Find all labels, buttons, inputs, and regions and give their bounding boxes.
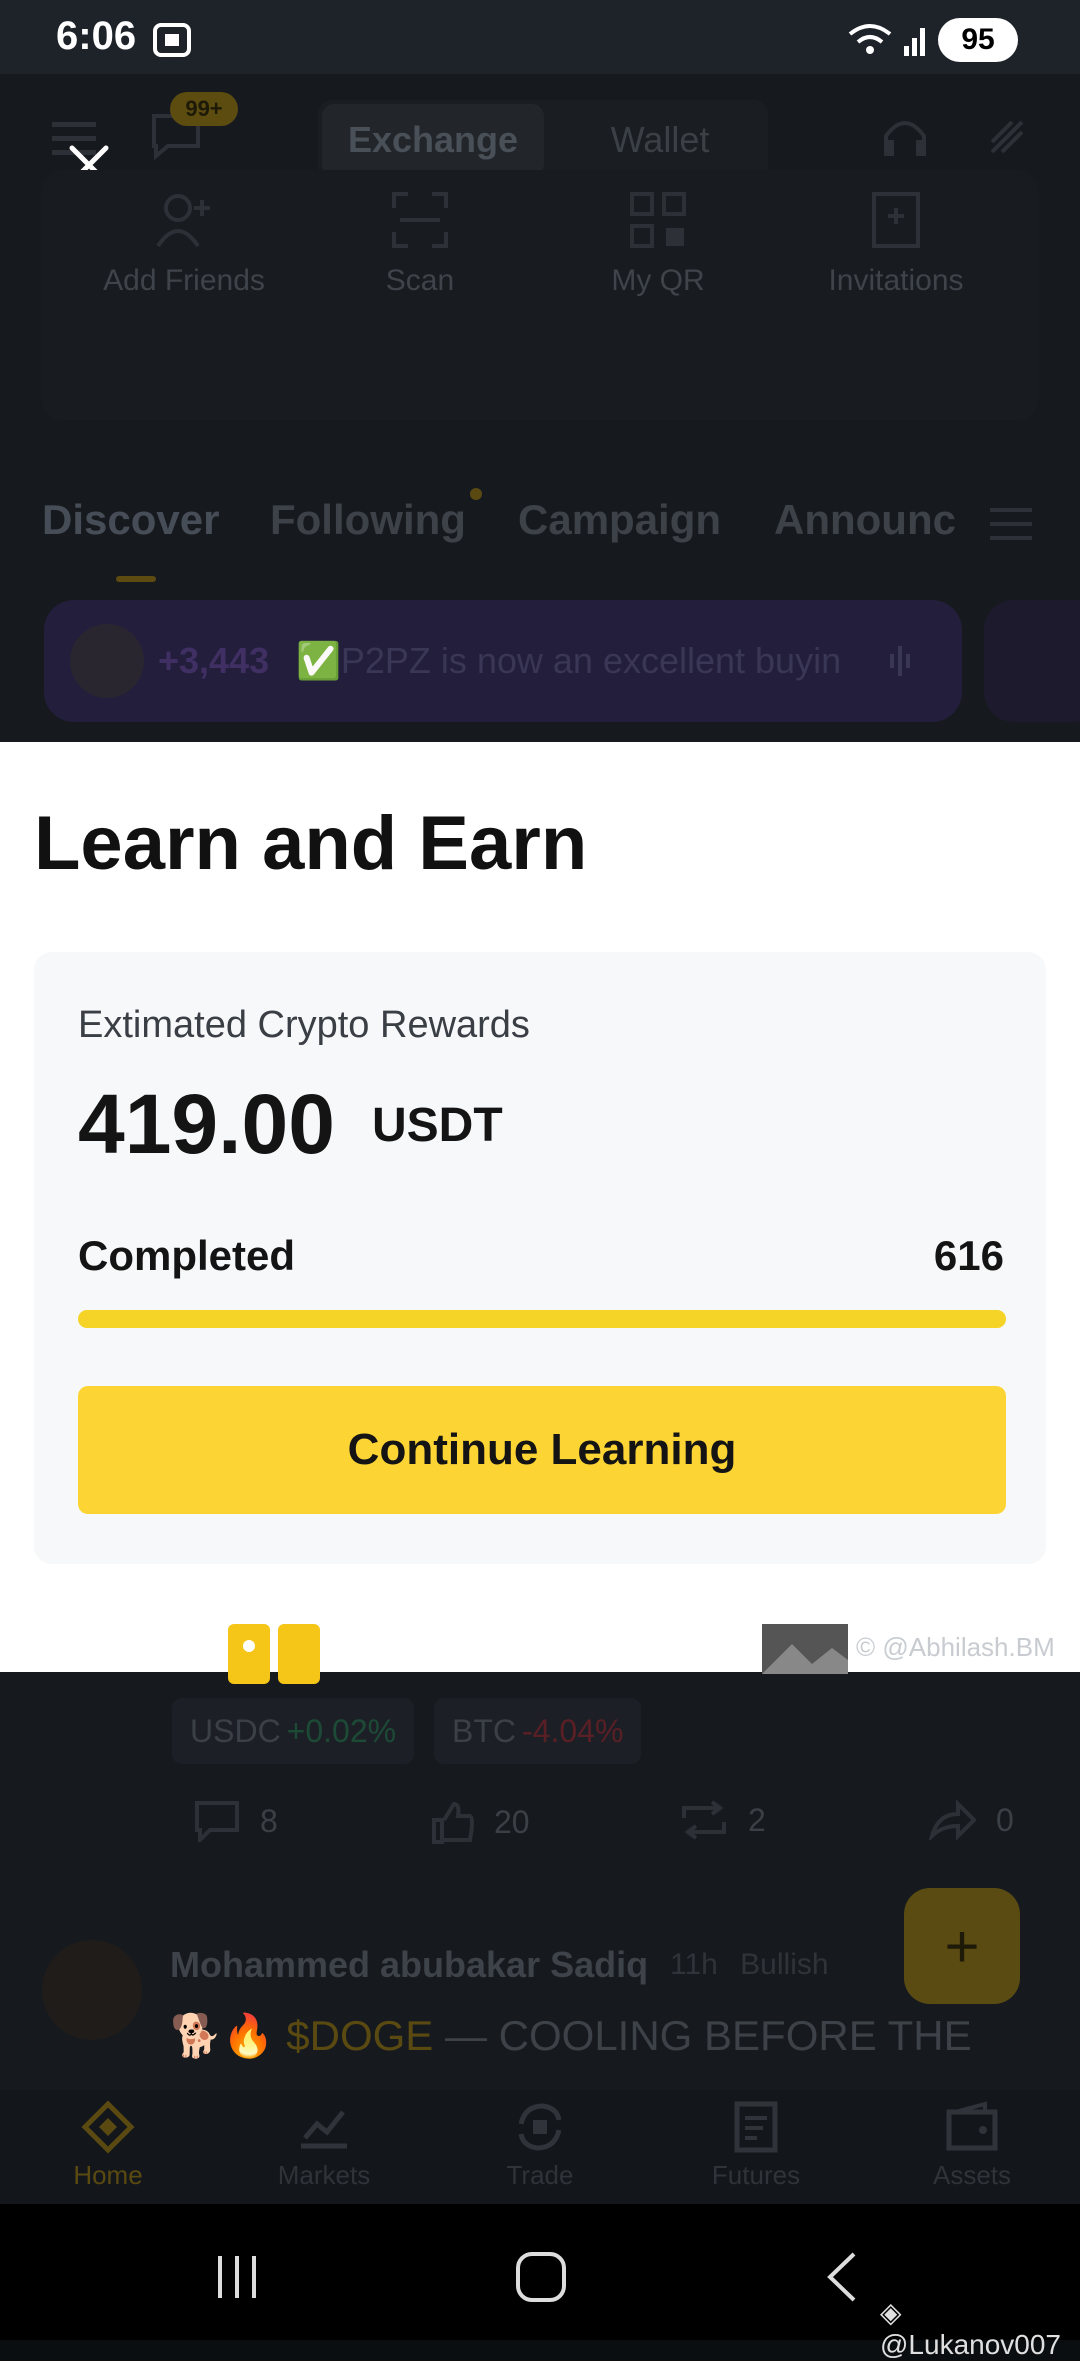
shares-count: 0 xyxy=(996,1801,1014,1838)
quick-scan-label: Scan xyxy=(385,264,455,297)
promo-banner-next xyxy=(984,600,1080,722)
completed-label: Completed xyxy=(78,1232,296,1279)
binance-logo-icon: ◈ xyxy=(880,2297,902,2328)
post-token: $DOGE xyxy=(286,2012,434,2059)
create-post-button: + xyxy=(904,1888,1020,2004)
nav-trade-label: Trade xyxy=(506,2160,574,2190)
post-author: Mohammed abubakar Sadiq xyxy=(170,1944,649,1985)
nav-assets-label: Assets xyxy=(932,2160,1012,2190)
post-meta: 11h Bullish xyxy=(670,1948,829,1982)
comment-icon xyxy=(195,1801,239,1842)
assets-wallet-icon xyxy=(946,2101,998,2151)
quick-add-friends-label: Add Friends xyxy=(103,264,265,297)
book-icon xyxy=(228,1624,320,1684)
rewards-unit: USDT xyxy=(372,1099,503,1152)
nav-markets-label: Markets xyxy=(277,2160,371,2190)
battery-indicator: 95 xyxy=(938,18,1018,62)
post-time: 11h xyxy=(670,1948,718,1981)
scan-icon xyxy=(392,192,448,248)
nav-futures: Futures xyxy=(676,2100,836,2191)
notification-badge: 99+ xyxy=(170,92,238,126)
rewards-amount: 419.00 xyxy=(78,1077,335,1171)
home-button-icon[interactable] xyxy=(514,2250,568,2304)
trade-icon xyxy=(518,2103,562,2151)
feed-tab-following: Following xyxy=(270,496,466,543)
completed-count: 616 xyxy=(933,1232,1004,1279)
back-icon[interactable] xyxy=(822,2250,862,2304)
rewards-label: Extimated Crypto Rewards xyxy=(78,1004,530,1046)
quick-scan: Scan xyxy=(320,190,520,298)
reposts-count: 2 xyxy=(748,1801,766,1838)
feed-tab-campaign: Campaign xyxy=(518,496,722,543)
ticker-chip-usdc: USDC +0.02% xyxy=(172,1698,415,1764)
post-avatar xyxy=(42,1940,142,2040)
image-card-icon xyxy=(762,1624,848,1674)
promo-count: +3,443 xyxy=(158,640,270,681)
futures-doc-icon xyxy=(734,2101,778,2153)
share-action: 0 xyxy=(928,1800,1014,1840)
sheet-title: Learn and Earn xyxy=(34,801,588,886)
post-sentiment: Bullish xyxy=(740,1948,829,1981)
ticker-change: -4.04% xyxy=(522,1712,624,1749)
promo-text: ✅P2PZ is now an excellent buyin xyxy=(296,640,842,681)
watermark-overlay: © @Abhilash.BM xyxy=(856,1632,1055,1662)
quick-invitations: Invitations xyxy=(796,190,996,298)
tab-wallet: Wallet xyxy=(610,119,710,160)
post-text: 🐕🔥 $DOGE — COOLING BEFORE THE xyxy=(170,2012,972,2061)
post-emoji: 🐕🔥 xyxy=(170,2012,275,2059)
nav-home-label: Home xyxy=(73,2160,143,2190)
tab-exchange: Exchange xyxy=(322,104,544,176)
add-friend-icon xyxy=(156,194,210,248)
nav-assets: Assets xyxy=(892,2100,1052,2191)
status-time: 6:06 xyxy=(56,14,137,58)
ticker-symbol: BTC xyxy=(452,1712,516,1749)
progress-bar xyxy=(78,1310,1006,1328)
ticker-symbol: USDC xyxy=(190,1712,281,1749)
nav-trade: Trade xyxy=(460,2100,620,2191)
watermark-handle: @Lukanov007 xyxy=(880,2329,1062,2360)
ticker-chip-btc: BTC -4.04% xyxy=(434,1698,642,1764)
support-headset-icon xyxy=(884,121,926,156)
feed-menu-icon xyxy=(990,508,1032,540)
likes-count: 20 xyxy=(494,1803,530,1840)
quick-invitations-label: Invitations xyxy=(828,264,964,297)
comments-action: 8 xyxy=(194,1800,278,1842)
rocket-icon xyxy=(990,120,1024,154)
markets-chart-icon xyxy=(301,2110,347,2149)
repost-action: 2 xyxy=(680,1800,766,1840)
active-tab-underline xyxy=(116,576,156,582)
feed-tab-announcements: Announc xyxy=(774,496,956,543)
post-body: — COOLING BEFORE THE xyxy=(433,2012,972,2059)
recent-apps-icon[interactable] xyxy=(212,2252,262,2302)
quick-my-qr-label: My QR xyxy=(611,264,705,297)
nav-home: Home xyxy=(28,2100,188,2191)
quick-my-qr: My QR xyxy=(558,190,758,298)
repost-icon xyxy=(682,1800,726,1840)
wifi-signal-icon xyxy=(848,24,925,56)
audio-wave-icon xyxy=(890,646,910,676)
likes-action: 20 xyxy=(430,1800,530,1844)
comments-count: 8 xyxy=(260,1802,278,1839)
home-diamond-icon xyxy=(81,2100,135,2154)
invitation-icon xyxy=(872,192,920,248)
share-icon xyxy=(928,1800,976,1840)
quick-add-friends: Add Friends xyxy=(84,190,284,298)
promo-avatar xyxy=(70,624,144,698)
following-dot xyxy=(470,488,482,500)
nav-markets: Markets xyxy=(244,2100,404,2191)
feed-tab-discover: Discover xyxy=(42,496,220,543)
thumbs-up-icon xyxy=(432,1801,474,1844)
qr-code-icon xyxy=(630,192,686,248)
nav-futures-label: Futures xyxy=(711,2160,801,2190)
ticker-change: +0.02% xyxy=(286,1712,397,1749)
watermark-bottom: ◈ @Lukanov007 xyxy=(880,2296,1080,2361)
progress-fill xyxy=(78,1310,1006,1328)
screenshot-icon xyxy=(153,23,191,57)
continue-learning-button[interactable]: Continue Learning xyxy=(78,1386,1006,1514)
